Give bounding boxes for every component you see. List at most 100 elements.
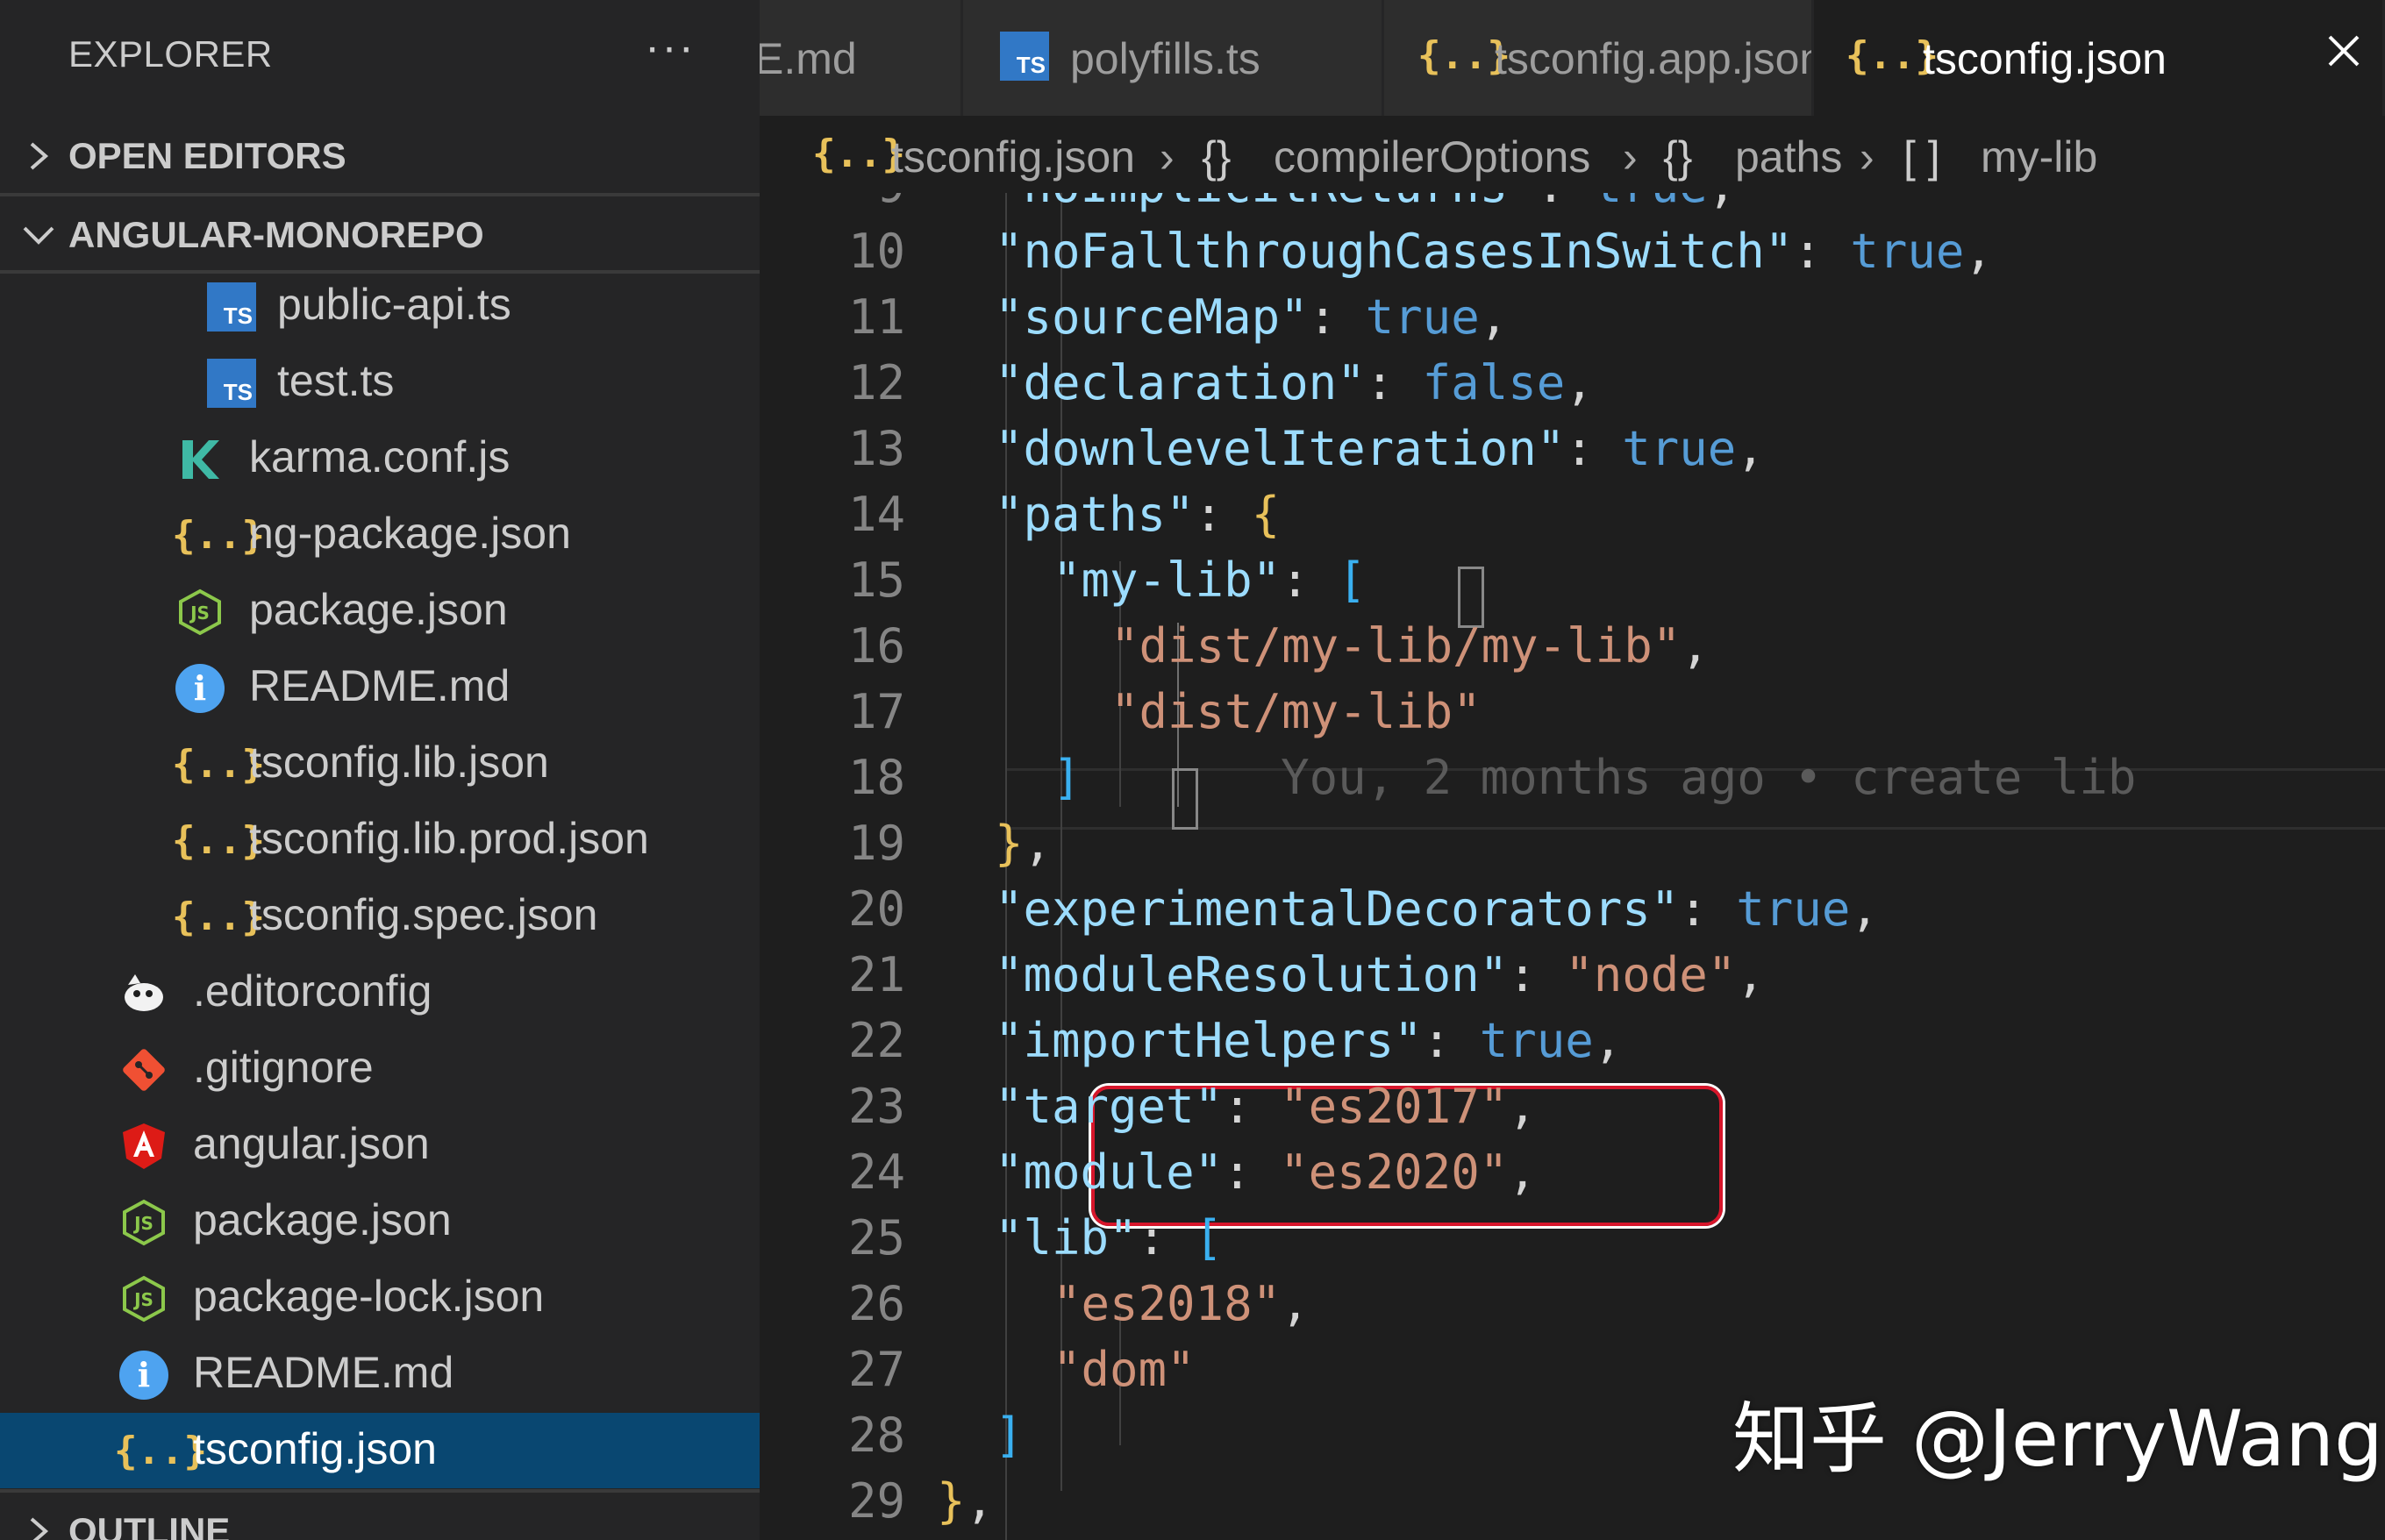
line-number: 26 xyxy=(847,1276,905,1331)
line-number: 23 xyxy=(847,1079,905,1134)
svg-text:JS: JS xyxy=(189,602,210,624)
tab-label: tsconfig.json xyxy=(1923,34,2167,83)
code-line: "lib": [ xyxy=(995,1210,1224,1266)
tab-label: polyfills.ts xyxy=(1070,34,1260,83)
object-icon: {} xyxy=(1202,132,1232,182)
file-name: package.json xyxy=(249,585,508,634)
line-number: 10 xyxy=(847,224,905,279)
info-icon: i xyxy=(175,664,225,713)
line-number: 13 xyxy=(847,421,905,476)
code-editor[interactable]: 9 "noImplicitReturns": true, 10 "noFallthro… xyxy=(760,193,2385,1540)
svg-text:JS: JS xyxy=(132,1213,154,1234)
open-editors-section[interactable]: OPEN EDITORS xyxy=(0,118,760,195)
code-line: }, xyxy=(995,816,1053,871)
nodejs-icon: JS xyxy=(123,1199,165,1246)
git-blame-annotation: You, 2 months ago • create lib xyxy=(1081,750,2137,805)
code-line: "downlevelIteration": true, xyxy=(995,421,1765,476)
file-item[interactable]: {..} tsconfig.lib.json xyxy=(0,726,760,802)
line-number: 18 xyxy=(847,750,905,805)
code-line: "module": "es2020", xyxy=(995,1144,1537,1200)
code-line: "importHelpers": true, xyxy=(995,1013,1623,1068)
file-name: tsconfig.spec.json xyxy=(249,890,598,939)
breadcrumb-compiler-options[interactable]: compilerOptions xyxy=(1274,132,1590,182)
chevron-down-icon xyxy=(23,226,54,245)
karma-icon xyxy=(182,440,219,479)
outline-label: OUTLINE xyxy=(68,1510,231,1540)
json-icon: {..} xyxy=(172,742,265,787)
file-item[interactable]: {..} tsconfig.lib.prod.json xyxy=(0,802,760,878)
breadcrumb-my-lib[interactable]: my-lib xyxy=(1981,132,2097,182)
line-number: 29 xyxy=(847,1473,905,1529)
file-item[interactable]: i README.md xyxy=(0,1337,760,1412)
file-item[interactable]: {..} tsconfig.spec.json xyxy=(0,879,760,954)
code-line: }, xyxy=(937,1473,995,1529)
file-name: package-lock.json xyxy=(193,1272,545,1321)
line-number: 25 xyxy=(847,1210,905,1266)
code-line: "noImplicitReturns": true, xyxy=(995,193,1736,213)
info-icon: i xyxy=(119,1351,168,1400)
project-section[interactable]: ANGULAR-MONOREPO xyxy=(0,196,760,274)
chevron-right-icon xyxy=(30,1517,49,1540)
line-number: 19 xyxy=(847,816,905,871)
code-line: "experimentalDecorators": true, xyxy=(995,881,1879,937)
json-icon: {..} xyxy=(172,895,265,939)
typescript-icon: TS xyxy=(207,359,256,408)
project-label: ANGULAR-MONOREPO xyxy=(68,214,484,255)
json-icon: {..} xyxy=(172,818,265,863)
chevron-right-icon: › xyxy=(1860,132,1874,182)
file-item[interactable]: JS package-lock.json xyxy=(0,1260,760,1336)
file-item[interactable]: TS public-api.ts xyxy=(0,268,760,344)
file-item[interactable]: TS test.ts xyxy=(0,345,760,420)
line-number: 12 xyxy=(847,355,905,410)
file-item[interactable]: JS package.json xyxy=(0,1184,760,1259)
file-item[interactable]: angular.json xyxy=(0,1108,760,1183)
code-line: "dist/my-lib/my-lib", xyxy=(1110,618,1710,674)
explorer-title: EXPLORER xyxy=(68,33,273,75)
typescript-icon: TS xyxy=(207,282,256,332)
outline-section[interactable]: OUTLINE xyxy=(0,1493,760,1540)
tab-readme[interactable]: E.md xyxy=(760,0,963,116)
chevron-right-icon: › xyxy=(1623,132,1638,182)
file-item[interactable]: .editorconfig xyxy=(0,955,760,1030)
breadcrumb-file[interactable]: tsconfig.json xyxy=(891,132,1135,182)
code-line: "moduleResolution": "node", xyxy=(995,947,1765,1002)
line-number: 21 xyxy=(847,947,905,1002)
tab-label: E.md xyxy=(760,34,857,83)
file-item-selected[interactable]: {..} tsconfig.json xyxy=(0,1413,760,1488)
code-line: ] You, 2 months ago • create lib xyxy=(1053,750,2137,805)
code-line: "dom" xyxy=(1053,1342,1196,1397)
breadcrumb: {..} tsconfig.json › {} compilerOptions … xyxy=(760,116,2385,193)
file-name: tsconfig.lib.json xyxy=(249,738,549,787)
file-name: package.json xyxy=(193,1195,452,1244)
tab-tsconfig[interactable]: {..} tsconfig.json xyxy=(1814,0,2385,116)
tab-polyfills[interactable]: TS polyfills.ts xyxy=(963,0,1384,116)
json-icon: {..} xyxy=(172,513,265,558)
code-line: "paths": { xyxy=(995,487,1281,542)
file-item[interactable]: i README.md xyxy=(0,650,760,725)
close-icon[interactable] xyxy=(2319,26,2368,75)
angular-icon xyxy=(123,1123,165,1169)
code-line: "sourceMap": true, xyxy=(995,289,1509,345)
svg-text:JS: JS xyxy=(132,1289,154,1310)
tab-label: tsconfig.app.json xyxy=(1495,34,1814,83)
code-line: "es2018", xyxy=(1053,1276,1310,1331)
explorer-sidebar: EXPLORER ··· OPEN EDITORS ANGULAR-MONORE… xyxy=(0,0,760,1540)
file-item[interactable]: karma.conf.js xyxy=(0,421,760,496)
editorconfig-icon xyxy=(125,974,163,1011)
json-icon: {..} xyxy=(1417,33,1510,78)
more-actions-icon[interactable]: ··· xyxy=(645,21,696,74)
file-item[interactable]: JS package.json xyxy=(0,574,760,649)
tab-tsconfig-app[interactable]: {..} tsconfig.app.json xyxy=(1384,0,1814,116)
line-number: 11 xyxy=(847,289,905,345)
breadcrumb-paths[interactable]: paths xyxy=(1735,132,1842,182)
object-icon: {} xyxy=(1663,132,1693,182)
code-line: "declaration": false, xyxy=(995,355,1594,410)
file-name: tsconfig.lib.prod.json xyxy=(249,814,649,863)
line-number: 20 xyxy=(847,881,905,937)
open-editors-label: OPEN EDITORS xyxy=(68,135,346,176)
nodejs-icon: JS xyxy=(123,1275,165,1323)
file-item[interactable]: .gitignore xyxy=(0,1031,760,1107)
line-number: 24 xyxy=(847,1144,905,1200)
file-item[interactable]: {..} ng-package.json xyxy=(0,497,760,573)
file-name: README.md xyxy=(193,1348,454,1397)
